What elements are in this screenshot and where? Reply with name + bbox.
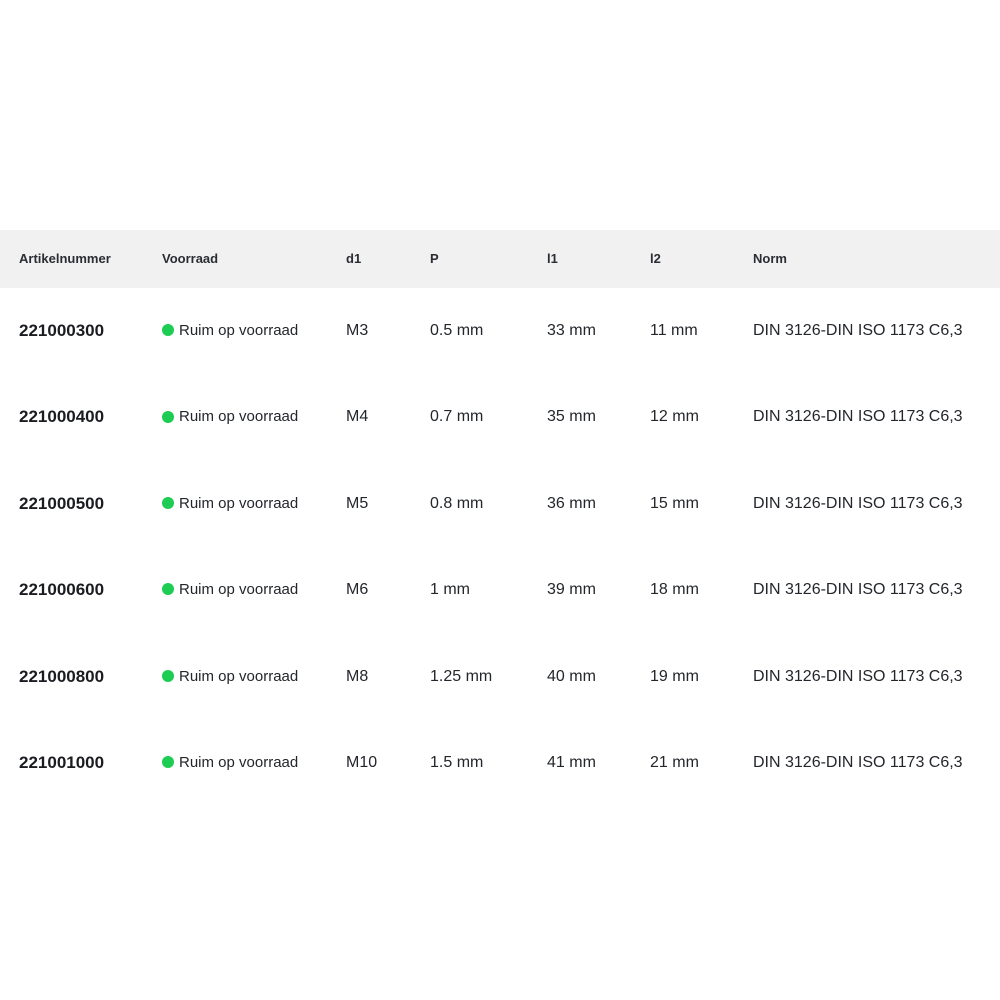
- table-row[interactable]: 221000500 Ruim op voorraad M5 0.8 mm 36 …: [0, 461, 1000, 547]
- norm-value: DIN 3126-DIN ISO 1173 C6,3: [753, 667, 963, 685]
- l1-value: 35 mm: [547, 408, 596, 426]
- header-l1[interactable]: l1: [547, 230, 558, 288]
- stock-status: Ruim op voorraad: [162, 547, 298, 633]
- stock-label: Ruim op voorraad: [179, 753, 299, 771]
- d1-value: M6: [346, 581, 369, 599]
- stock-status: Ruim op voorraad: [162, 720, 298, 806]
- pitch-value: 0.7 mm: [430, 408, 484, 426]
- table-row[interactable]: 221000400 Ruim op voorraad M4 0.7 mm 35 …: [0, 374, 1000, 460]
- stock-label: Ruim op voorraad: [179, 494, 299, 512]
- pitch-value: 0.8 mm: [430, 494, 484, 512]
- pitch-value: 1.5 mm: [430, 753, 484, 771]
- l2-value: 12 mm: [650, 408, 699, 426]
- norm-value: DIN 3126-DIN ISO 1173 C6,3: [753, 581, 963, 599]
- pitch-value: 1.25 mm: [430, 667, 493, 685]
- in-stock-dot-icon: [162, 583, 174, 596]
- d1-value: M5: [346, 494, 369, 512]
- pitch-value: 0.5 mm: [430, 322, 484, 339]
- article-number[interactable]: 221000600: [19, 547, 104, 633]
- table-row[interactable]: 221000600 Ruim op voorraad M6 1 mm 39 mm…: [0, 547, 1000, 633]
- in-stock-dot-icon: [162, 410, 174, 423]
- article-number[interactable]: 221000500: [19, 461, 104, 547]
- pitch-value: 1 mm: [430, 581, 470, 599]
- in-stock-dot-icon: [162, 756, 174, 769]
- table-body: 221000300 Ruim op voorraad M3 0.5 mm 33 …: [0, 288, 1000, 806]
- table-row[interactable]: 221000300 Ruim op voorraad M3 0.5 mm 33 …: [0, 288, 1000, 374]
- stock-status: Ruim op voorraad: [162, 461, 298, 547]
- stock-status: Ruim op voorraad: [162, 288, 298, 374]
- l1-value: 40 mm: [547, 667, 596, 685]
- stock-label: Ruim op voorraad: [179, 581, 299, 599]
- stock-label: Ruim op voorraad: [179, 667, 299, 685]
- d1-value: M3: [346, 322, 369, 339]
- header-article-number[interactable]: Artikelnummer: [19, 230, 111, 288]
- l1-value: 33 mm: [547, 322, 596, 339]
- in-stock-dot-icon: [162, 496, 174, 509]
- d1-value: M8: [346, 667, 369, 685]
- stock-label: Ruim op voorraad: [179, 408, 299, 426]
- d1-value: M4: [346, 408, 369, 426]
- header-l2[interactable]: l2: [650, 230, 661, 288]
- l2-value: 18 mm: [650, 581, 699, 599]
- header-norm[interactable]: Norm: [753, 230, 787, 288]
- article-number[interactable]: 221000300: [19, 288, 104, 374]
- header-stock[interactable]: Voorraad: [162, 230, 218, 288]
- l1-value: 36 mm: [547, 494, 596, 512]
- l2-value: 11 mm: [650, 322, 698, 339]
- l2-value: 21 mm: [650, 753, 699, 771]
- article-number[interactable]: 221001000: [19, 720, 104, 806]
- stock-status: Ruim op voorraad: [162, 634, 298, 720]
- l2-value: 19 mm: [650, 667, 699, 685]
- table-row[interactable]: 221001000 Ruim op voorraad M10 1.5 mm 41…: [0, 720, 1000, 806]
- article-number[interactable]: 221000400: [19, 374, 104, 460]
- norm-value: DIN 3126-DIN ISO 1173 C6,3: [753, 753, 963, 771]
- l1-value: 39 mm: [547, 581, 596, 599]
- in-stock-dot-icon: [162, 669, 174, 682]
- table-row[interactable]: 221000800 Ruim op voorraad M8 1.25 mm 40…: [0, 634, 1000, 720]
- header-d1[interactable]: d1: [346, 230, 361, 288]
- article-number[interactable]: 221000800: [19, 634, 104, 720]
- norm-value: DIN 3126-DIN ISO 1173 C6,3: [753, 322, 963, 339]
- norm-value: DIN 3126-DIN ISO 1173 C6,3: [753, 494, 963, 512]
- norm-value: DIN 3126-DIN ISO 1173 C6,3: [753, 408, 963, 426]
- in-stock-dot-icon: [162, 324, 174, 337]
- d1-value: M10: [346, 753, 378, 771]
- product-variant-table: Artikelnummer Voorraad d1 P l1 l2 Norm 2…: [0, 230, 1000, 806]
- stock-label: Ruim op voorraad: [179, 322, 299, 339]
- stock-status: Ruim op voorraad: [162, 374, 298, 460]
- l2-value: 15 mm: [650, 494, 699, 512]
- l1-value: 41 mm: [547, 753, 596, 771]
- header-pitch[interactable]: P: [430, 230, 439, 288]
- table-header: Artikelnummer Voorraad d1 P l1 l2 Norm: [0, 230, 1000, 288]
